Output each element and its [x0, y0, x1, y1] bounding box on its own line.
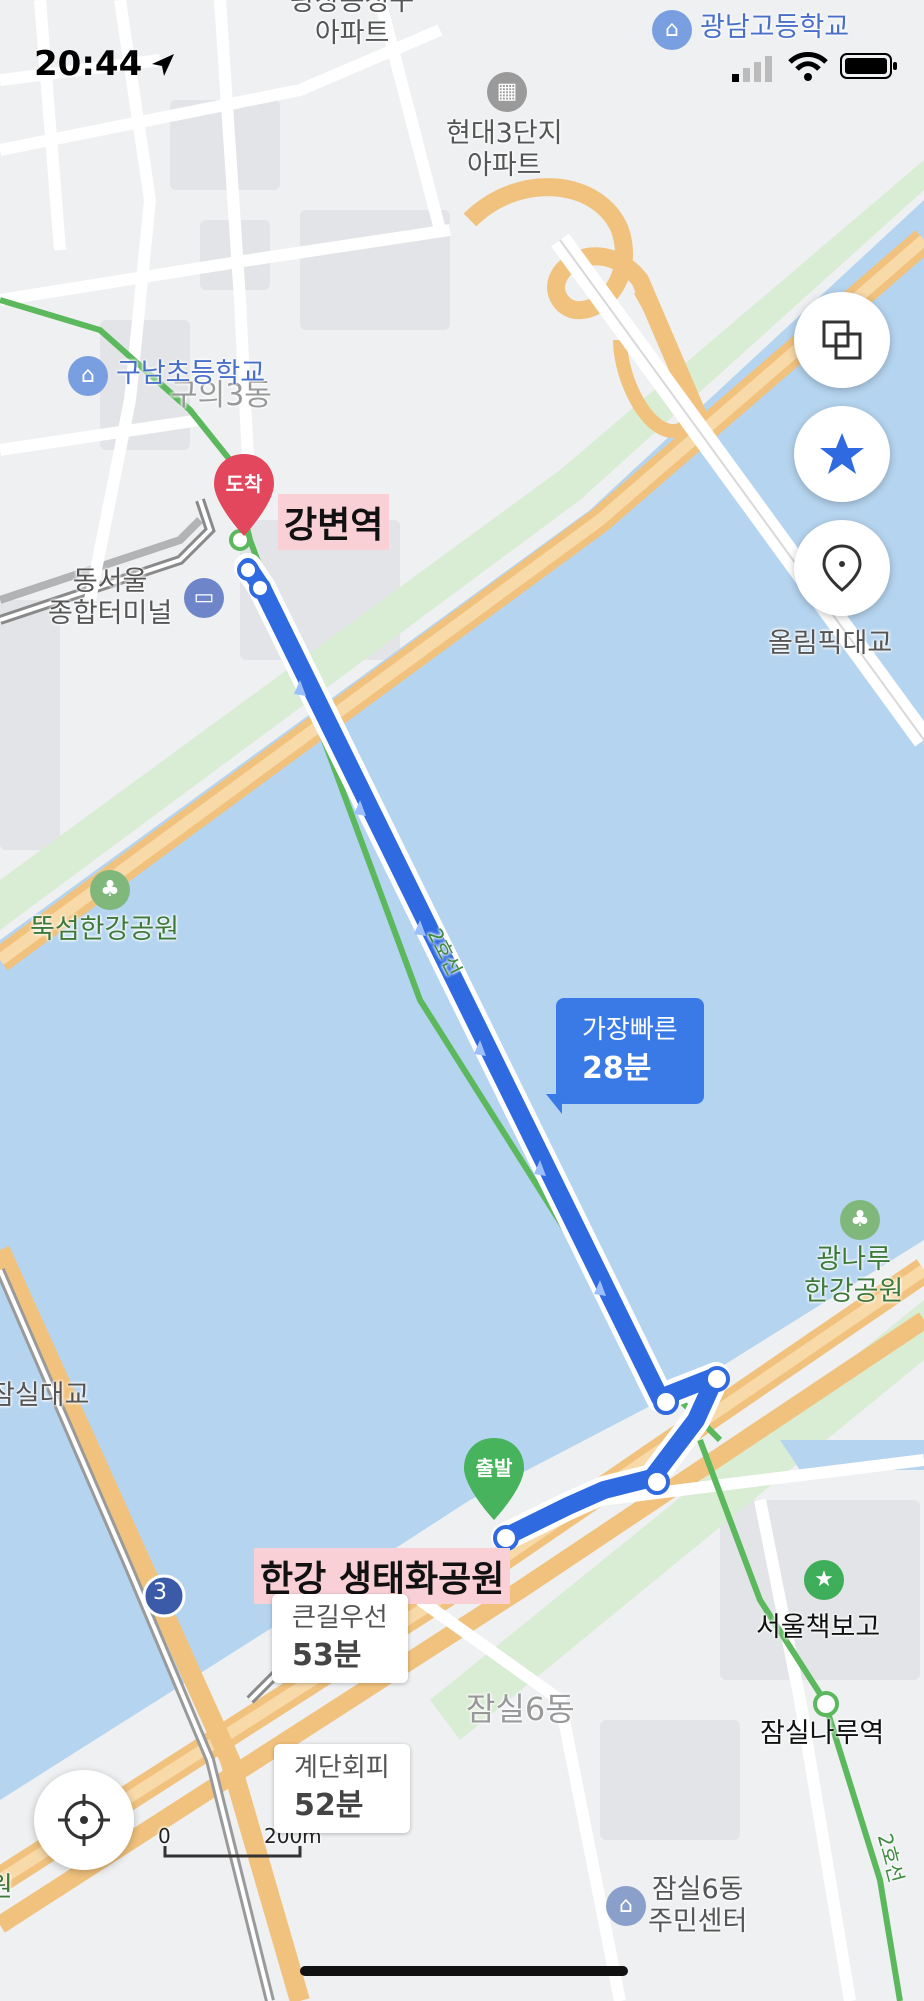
star-icon: [820, 433, 864, 474]
alt-route-main-road[interactable]: 큰길우선 53분: [272, 1594, 408, 1683]
location-arrow-icon: [148, 50, 178, 84]
callout-tail: [546, 1094, 562, 1114]
alt-route-avoid-stairs[interactable]: 계단회피 52분: [274, 1744, 410, 1833]
label-apt-top: 광장동청구 아파트: [290, 0, 415, 50]
destination-pin[interactable]: 도착: [212, 452, 276, 538]
wifi-icon: [788, 50, 828, 86]
government-icon: ⌂: [606, 1886, 646, 1926]
destination-name: 강변역: [278, 494, 390, 550]
star-poi-icon: ★: [804, 1560, 844, 1600]
place-button[interactable]: [794, 520, 890, 616]
label-school-top-right: 광남고등학교: [700, 12, 850, 43]
signal-icon: [732, 54, 774, 86]
battery-icon: [840, 52, 898, 84]
destination-pin-label: 도착: [225, 472, 263, 496]
alt-route-time: 53분: [292, 1637, 362, 1673]
label-edge-left: 원: [0, 1872, 13, 1903]
label-dong-jamsil6: 잠실6동: [466, 1690, 575, 1728]
school-icon-2: ⌂: [68, 356, 108, 396]
scale-zero: 0: [158, 1824, 171, 1848]
map-canvas[interactable]: [0, 0, 924, 2001]
origin-pin[interactable]: 출발: [462, 1436, 526, 1522]
fastest-time: 28분: [582, 1051, 652, 1087]
alt-route-time: 52분: [294, 1787, 364, 1823]
park-icon: ♣: [90, 870, 130, 910]
label-bridge-olympic: 올림픽대교: [768, 628, 893, 659]
origin-pin-label: 출발: [475, 1456, 513, 1480]
label-park-ttukseom: 뚝섬한강공원: [30, 914, 180, 945]
label-jamsil-naru: 잠실나루역: [760, 1718, 885, 1749]
route-3-number: 3: [153, 1580, 167, 1605]
favorites-button[interactable]: [794, 406, 890, 502]
fastest-label: 가장빠른: [582, 1015, 678, 1045]
label-center-jamsil6: 잠실6동 주민센터: [648, 1874, 748, 1938]
bus-icon: ▭: [184, 578, 224, 618]
label-apt-hyundai: 현대3단지 아파트: [446, 118, 563, 182]
alt-route-label: 계단회피: [294, 1753, 390, 1783]
status-time: 20:44: [34, 44, 143, 84]
park-icon-2: ♣: [840, 1200, 880, 1240]
label-terminal: 동서울 종합터미널: [48, 566, 173, 630]
fastest-route-callout[interactable]: 가장빠른 28분: [556, 998, 704, 1105]
layers-button[interactable]: [794, 292, 890, 388]
school-icon: ⌂: [652, 10, 692, 50]
home-indicator[interactable]: [300, 1966, 628, 1976]
label-park-gwangnaru: 광나루 한강공원: [804, 1244, 904, 1308]
label-school-guname: 구남초등학교: [116, 358, 266, 389]
label-bridge-jamsil: 잠실대교: [0, 1380, 90, 1411]
label-seoul-book: 서울책보고: [756, 1612, 881, 1643]
alt-route-label: 큰길우선: [292, 1603, 388, 1633]
crosshair-icon: [58, 1794, 110, 1846]
locate-me-button[interactable]: [34, 1770, 134, 1870]
location-pin-icon: [822, 544, 862, 592]
building-icon: ▦: [487, 72, 527, 112]
layers-icon: [822, 320, 862, 360]
